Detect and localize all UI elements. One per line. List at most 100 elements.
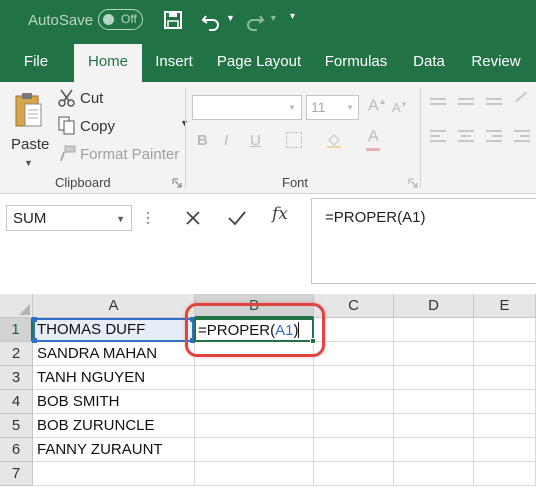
cell-b7[interactable] — [195, 462, 314, 486]
row-header-5[interactable]: 5 — [0, 414, 33, 438]
column-header-d[interactable]: D — [394, 294, 474, 318]
copy-label: Copy — [80, 118, 116, 135]
tab-formulas[interactable]: Formulas — [316, 42, 396, 82]
name-box[interactable]: SUM ▼ — [6, 205, 132, 231]
cell-c5[interactable] — [314, 414, 394, 438]
cell-e1[interactable] — [474, 318, 536, 342]
column-header-e[interactable]: E — [474, 294, 536, 318]
tab-review[interactable]: Review — [462, 42, 530, 82]
cell-e2[interactable] — [474, 342, 536, 366]
cell-d4[interactable] — [394, 390, 474, 414]
autosave-toggle[interactable]: Off — [98, 9, 143, 30]
cell-e4[interactable] — [474, 390, 536, 414]
cell-a2[interactable]: SANDRA MAHAN — [33, 342, 195, 366]
clipboard-group-label: Clipboard — [55, 175, 111, 190]
cell-a3[interactable]: TANH NGUYEN — [33, 366, 195, 390]
font-size-dropdown-icon: ▼ — [346, 103, 354, 112]
increase-font-size-icon[interactable]: A▲ — [368, 97, 387, 115]
fill-color-icon[interactable] — [326, 132, 342, 148]
customize-toolbar-icon[interactable]: ▾ — [290, 11, 304, 35]
cell-c1[interactable] — [314, 318, 394, 342]
font-size-value: 11 — [311, 99, 326, 115]
column-header-c[interactable]: C — [314, 294, 394, 318]
tab-home[interactable]: Home — [74, 44, 142, 82]
cell-a4[interactable]: BOB SMITH — [33, 390, 195, 414]
row-header-7[interactable]: 7 — [0, 462, 33, 486]
cell-a6[interactable]: FANNY ZURAUNT — [33, 438, 195, 462]
paste-button[interactable]: Paste ▼ — [6, 88, 52, 170]
autosave-state: Off — [121, 12, 137, 26]
row-header-3[interactable]: 3 — [0, 366, 33, 390]
cell-d5[interactable] — [394, 414, 474, 438]
column-header-a[interactable]: A — [33, 294, 195, 318]
tab-data[interactable]: Data — [404, 42, 454, 82]
reference-handle[interactable] — [32, 338, 37, 343]
enter-checkmark-icon[interactable] — [226, 207, 248, 229]
cell-c4[interactable] — [314, 390, 394, 414]
row-header-6[interactable]: 6 — [0, 438, 33, 462]
cell-a7[interactable] — [33, 462, 195, 486]
font-launcher-icon[interactable] — [408, 178, 418, 188]
font-group-label: Font — [282, 175, 309, 190]
cell-e5[interactable] — [474, 414, 536, 438]
tab-file[interactable]: File — [8, 42, 64, 82]
ribbon-tabs: File Home Insert Page Layout Formulas Da… — [0, 42, 536, 82]
cell-c7[interactable] — [314, 462, 394, 486]
cell-b6[interactable] — [195, 438, 314, 462]
font-color-bar — [366, 148, 380, 151]
cell-e3[interactable] — [474, 366, 536, 390]
font-size-combobox[interactable]: 11 ▼ — [306, 95, 359, 120]
title-bar: AutoSave Off ▼ ▼ ▾ — [0, 0, 536, 42]
undo-dropdown-icon[interactable]: ▼ — [226, 13, 238, 37]
cell-a5[interactable]: BOB ZURUNCLE — [33, 414, 195, 438]
cancel-icon[interactable] — [182, 207, 204, 229]
cell-d7[interactable] — [394, 462, 474, 486]
name-box-dropdown-icon[interactable]: ▼ — [116, 214, 125, 224]
font-color-icon[interactable]: A — [368, 128, 379, 146]
bold-icon[interactable]: B — [197, 132, 208, 149]
cell-b5[interactable] — [195, 414, 314, 438]
redo-icon[interactable] — [244, 8, 266, 32]
paste-icon — [15, 93, 42, 127]
underline-icon[interactable]: U — [250, 132, 261, 149]
row-header-2[interactable]: 2 — [0, 342, 33, 366]
cell-b3[interactable] — [195, 366, 314, 390]
reference-handle[interactable] — [32, 317, 37, 322]
select-all-button[interactable] — [0, 294, 33, 318]
formula-bar: SUM ▼ fx =PROPER(A1) — [0, 195, 536, 292]
formula-input[interactable]: =PROPER(A1) — [311, 198, 536, 284]
select-all-triangle-icon — [19, 304, 30, 315]
borders-icon[interactable] — [286, 132, 302, 148]
save-icon[interactable] — [162, 8, 184, 32]
annotation-highlight-ring — [185, 303, 325, 357]
cell-b4[interactable] — [195, 390, 314, 414]
redo-dropdown-icon[interactable]: ▼ — [269, 13, 281, 37]
cell-d1[interactable] — [394, 318, 474, 342]
formula-text: =PROPER(A1) — [325, 209, 426, 226]
format-painter-label: Format Painter — [80, 146, 180, 163]
cell-c2[interactable] — [314, 342, 394, 366]
undo-icon[interactable] — [200, 8, 222, 32]
paste-dropdown-icon: ▼ — [24, 158, 33, 168]
group-separator — [185, 88, 186, 188]
cell-d6[interactable] — [394, 438, 474, 462]
tab-insert[interactable]: Insert — [146, 42, 202, 82]
clipboard-launcher-icon[interactable] — [172, 178, 182, 188]
copy-icon — [58, 116, 75, 135]
insert-function-icon[interactable]: fx — [272, 204, 288, 224]
font-name-dropdown-icon: ▼ — [288, 103, 296, 112]
cell-c3[interactable] — [314, 366, 394, 390]
tab-page-layout[interactable]: Page Layout — [208, 42, 310, 82]
formula-bar-grip-icon[interactable] — [146, 211, 150, 225]
italic-icon[interactable]: I — [224, 132, 228, 149]
row-header-4[interactable]: 4 — [0, 390, 33, 414]
decrease-font-size-icon[interactable]: A▼ — [392, 100, 408, 115]
autosave-label: AutoSave — [28, 12, 94, 29]
row-header-1[interactable]: 1 — [0, 318, 33, 342]
cell-e7[interactable] — [474, 462, 536, 486]
cell-d2[interactable] — [394, 342, 474, 366]
font-name-combobox[interactable]: ▼ — [192, 95, 302, 120]
cell-e6[interactable] — [474, 438, 536, 462]
cell-c6[interactable] — [314, 438, 394, 462]
cell-d3[interactable] — [394, 366, 474, 390]
